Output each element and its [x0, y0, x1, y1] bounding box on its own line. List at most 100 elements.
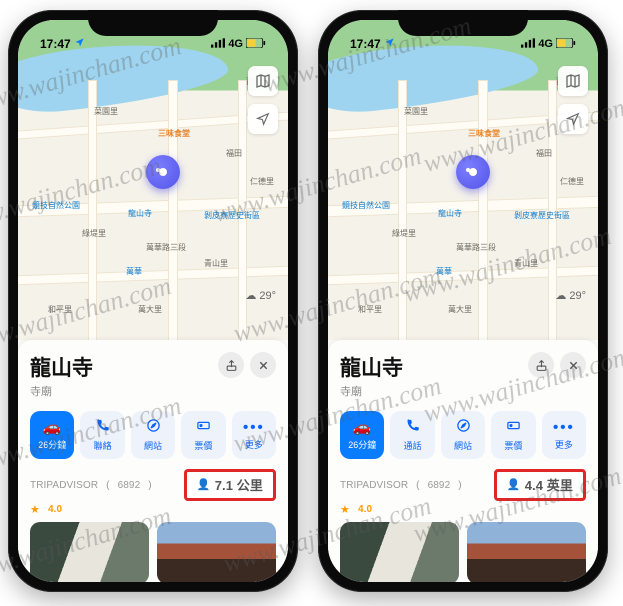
map-area[interactable]: 西門里 菜園里 三味食堂 福田 仁德里 鏡技自然公園 龍山寺 剝皮寮歷史街區 綠…	[18, 20, 288, 340]
website-button[interactable]: 網站	[441, 411, 485, 459]
sheet-header: 龍山寺 寺廟	[30, 352, 276, 399]
map-mode-button[interactable]	[558, 66, 588, 96]
rating-source: TRIPADVISOR	[340, 480, 408, 491]
more-icon: •••	[243, 420, 265, 435]
location-active-icon	[384, 37, 395, 51]
place-subtitle: 寺廟	[340, 383, 403, 399]
more-button[interactable]: ••• 更多	[542, 411, 586, 459]
map-mode-button[interactable]	[248, 66, 278, 96]
car-icon: 🚗	[353, 420, 372, 435]
more-label: 更多	[245, 438, 263, 451]
place-photo[interactable]	[340, 522, 459, 582]
signal-icon	[211, 38, 225, 51]
ticket-button[interactable]: 票價	[181, 411, 225, 459]
map-label-attraction[interactable]: 剝皮寮歷史街區	[514, 210, 570, 221]
rating-count-close: )	[458, 480, 461, 491]
weather-temp: 29°	[259, 290, 276, 302]
map-label: 綠堤里	[82, 228, 106, 239]
locate-me-button[interactable]	[558, 104, 588, 134]
share-button[interactable]	[528, 352, 554, 378]
map-label: 仁德里	[560, 176, 584, 187]
directions-button[interactable]: 🚗 26分鐘	[340, 411, 384, 459]
locate-me-button[interactable]	[248, 104, 278, 134]
safari-icon	[456, 418, 471, 436]
screen: 17:47 4G	[328, 20, 598, 582]
map-label-attraction[interactable]: 剝皮寮歷史街區	[204, 210, 260, 221]
call-label: 聯絡	[94, 439, 112, 452]
distance-chip: 👤 7.1 公里	[184, 469, 276, 501]
road	[398, 80, 407, 340]
website-label: 網站	[144, 439, 162, 452]
battery-icon	[246, 38, 266, 51]
map-label-metro[interactable]: 龍山寺	[438, 208, 462, 219]
action-row: 🚗 26分鐘 聯絡 網站	[30, 411, 276, 459]
battery-icon	[556, 38, 576, 51]
map-controls	[248, 66, 278, 134]
phone-left: 17:47 4G	[8, 10, 298, 592]
place-photo[interactable]	[157, 522, 276, 582]
map-label: 綠堤里	[392, 228, 416, 239]
map-label-metro[interactable]: 龍山寺	[128, 208, 152, 219]
place-sheet[interactable]: 龍山寺 寺廟 🚗 26分鐘	[18, 340, 288, 582]
map-label: 和平里	[358, 304, 382, 315]
road	[168, 80, 178, 340]
share-button[interactable]	[218, 352, 244, 378]
map-label-metro[interactable]: 萬華	[436, 266, 452, 277]
place-title: 龍山寺	[340, 352, 403, 382]
map-area[interactable]: 西門里 菜園里 三味食堂 福田 仁德里 鏡技自然公園 龍山寺 剝皮寮歷史街區 綠…	[328, 20, 598, 340]
rating-value: 4.0	[358, 504, 372, 515]
photo-row	[30, 522, 276, 582]
car-icon: 🚗	[43, 420, 62, 435]
more-label: 更多	[555, 438, 573, 451]
photo-row	[340, 522, 586, 582]
more-button[interactable]: ••• 更多	[232, 411, 276, 459]
map-label-poi[interactable]: 三味食堂	[468, 128, 500, 139]
directions-label: 26分鐘	[38, 438, 66, 451]
ticket-icon	[506, 418, 521, 436]
status-time: 17:47	[350, 37, 381, 51]
more-icon: •••	[553, 420, 575, 435]
weather-badge[interactable]: ☁︎ 29°	[245, 289, 276, 302]
star-icon: ★	[340, 503, 350, 516]
distance-chip: 👤 4.4 英里	[494, 469, 586, 501]
cloud-icon: ☁︎	[555, 289, 566, 302]
call-button[interactable]: 通話	[390, 411, 434, 459]
website-button[interactable]: 網站	[131, 411, 175, 459]
notch	[398, 10, 528, 36]
weather-badge[interactable]: ☁︎ 29°	[555, 289, 586, 302]
place-photo[interactable]	[467, 522, 586, 582]
safari-icon	[146, 418, 161, 436]
user-location-marker[interactable]	[146, 155, 180, 189]
status-time: 17:47	[40, 37, 71, 51]
place-sheet[interactable]: 龍山寺 寺廟 🚗 26分鐘	[328, 340, 598, 582]
place-photo[interactable]	[30, 522, 149, 582]
rating-count-close: )	[148, 480, 151, 491]
close-button[interactable]	[250, 352, 276, 378]
signal-icon	[521, 38, 535, 51]
sheet-header: 龍山寺 寺廟	[340, 352, 586, 399]
road	[328, 264, 598, 285]
call-button[interactable]: 聯絡	[80, 411, 124, 459]
map-label-attraction[interactable]: 鏡技自然公園	[32, 200, 80, 211]
close-button[interactable]	[560, 352, 586, 378]
person-icon: 👤	[507, 478, 521, 491]
location-active-icon	[74, 37, 85, 51]
map-label: 青山里	[514, 258, 538, 269]
cloud-icon: ☁︎	[245, 289, 256, 302]
directions-button[interactable]: 🚗 26分鐘	[30, 411, 74, 459]
person-icon: 👤	[197, 478, 211, 491]
ticket-button[interactable]: 票價	[491, 411, 535, 459]
ticket-label: 票價	[504, 439, 522, 452]
place-title: 龍山寺	[30, 352, 93, 382]
rating-count-open: (	[106, 480, 109, 491]
map-label-poi[interactable]: 三味食堂	[158, 128, 190, 139]
map-controls	[558, 66, 588, 134]
map-label: 菜園里	[94, 106, 118, 117]
phones-row: 17:47 4G	[0, 0, 623, 602]
ticket-icon	[196, 418, 211, 436]
map-label: 菜園里	[404, 106, 428, 117]
user-location-marker[interactable]	[456, 155, 490, 189]
map-label-metro[interactable]: 萬華	[126, 266, 142, 277]
map-label-attraction[interactable]: 鏡技自然公園	[342, 200, 390, 211]
star-icon: ★	[30, 503, 40, 516]
